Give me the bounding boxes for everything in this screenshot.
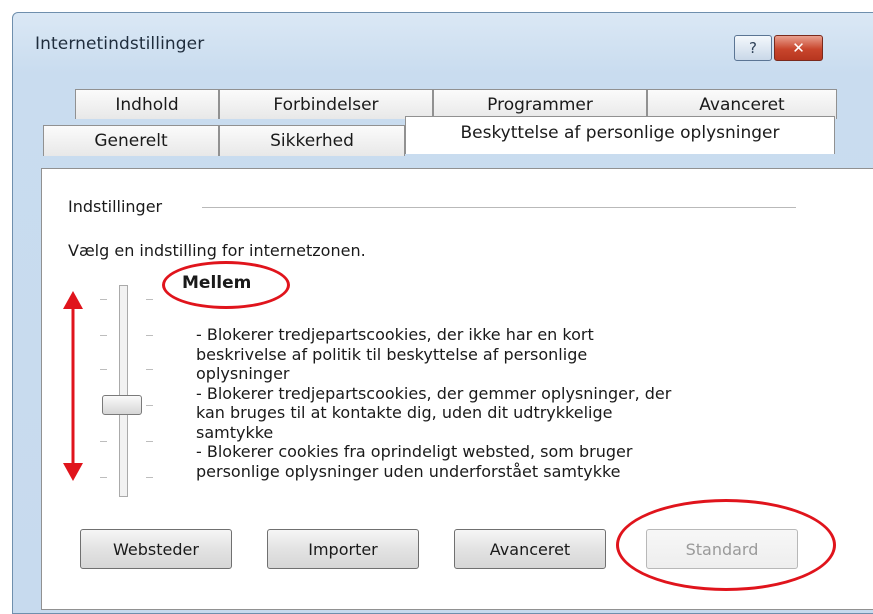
description-line: - Blokerer tredjepartscookies, der gemme… xyxy=(196,383,672,403)
tab-label: Indhold xyxy=(115,94,179,115)
slider-tick xyxy=(146,405,153,406)
tab-programmer[interactable]: Programmer xyxy=(433,89,647,119)
tab-label: Programmer xyxy=(487,94,593,115)
tab-forbindelser[interactable]: Forbindelser xyxy=(219,89,433,119)
slider-tick xyxy=(100,477,107,478)
internet-options-window: Internetindstillinger ? ✕ Indhold Forbin… xyxy=(12,12,873,614)
title-bar: Internetindstillinger ? ✕ xyxy=(13,13,873,71)
tab-avanceret[interactable]: Avanceret xyxy=(647,89,837,119)
tab-generelt[interactable]: Generelt xyxy=(43,125,219,156)
zone-instruction: Vælg en indstilling for internetzonen. xyxy=(68,241,366,260)
slider-tick xyxy=(146,477,153,478)
tab-label: Beskyttelse af personlige oplysninger xyxy=(460,123,780,143)
import-button[interactable]: Importer xyxy=(267,529,419,569)
settings-group-label: Indstillinger xyxy=(68,197,171,216)
tab-sikkerhed[interactable]: Sikkerhed xyxy=(219,125,405,156)
privacy-slider-thumb[interactable] xyxy=(102,395,142,415)
slider-tick xyxy=(146,335,153,336)
button-label: Importer xyxy=(308,539,378,559)
double-arrow-icon xyxy=(63,291,83,481)
slider-tick xyxy=(146,369,153,370)
slider-tick xyxy=(100,335,107,336)
tab-label: Generelt xyxy=(94,131,168,151)
help-button[interactable]: ? xyxy=(734,35,772,61)
privacy-slider-track[interactable] xyxy=(119,285,128,497)
slider-tick xyxy=(146,441,153,442)
button-label: Websteder xyxy=(113,539,199,559)
slider-tick xyxy=(146,299,153,300)
button-label: Avanceret xyxy=(489,539,571,559)
advanced-button[interactable]: Avanceret xyxy=(454,529,606,569)
description-line: - Blokerer tredjepartscookies, der ikke … xyxy=(196,325,594,344)
tab-indhold[interactable]: Indhold xyxy=(75,89,219,119)
group-divider xyxy=(202,207,796,208)
description-line: beskrivelse af politik til beskyttelse a… xyxy=(196,344,588,364)
tab-label: Forbindelser xyxy=(273,94,379,115)
default-highlight-oval xyxy=(616,499,836,591)
sites-button[interactable]: Websteder xyxy=(80,529,232,569)
slider-tick xyxy=(100,299,107,300)
description-line: kan bruges til at kontakte dig, uden dit… xyxy=(196,403,613,422)
help-icon: ? xyxy=(749,39,757,57)
close-icon: ✕ xyxy=(792,39,805,57)
description-line: oplysninger xyxy=(196,364,290,383)
close-button[interactable]: ✕ xyxy=(774,35,823,61)
description-line: samtykke xyxy=(196,422,274,442)
privacy-panel: Indstillinger Vælg en indstilling for in… xyxy=(41,168,873,610)
privacy-level-description: - Blokerer tredjepartscookies, der ikke … xyxy=(196,325,756,481)
description-line: personlige oplysninger uden underforståe… xyxy=(196,461,621,481)
slider-tick xyxy=(100,369,107,370)
tab-privacy[interactable]: Beskyttelse af personlige oplysninger xyxy=(405,116,835,154)
tab-label: Sikkerhed xyxy=(270,131,354,151)
window-title: Internetindstillinger xyxy=(35,34,205,54)
slider-tick xyxy=(100,441,107,442)
description-line: - Blokerer cookies fra oprindeligt webst… xyxy=(196,442,633,461)
tab-label: Avanceret xyxy=(699,94,785,115)
privacy-level-title: Mellem xyxy=(182,273,252,293)
